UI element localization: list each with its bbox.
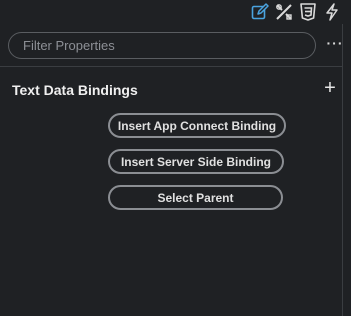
panel-toolbar — [0, 0, 351, 24]
divider — [0, 66, 343, 67]
tools-icon[interactable] — [275, 3, 293, 21]
section-title: Text Data Bindings — [12, 82, 138, 98]
insert-server-side-binding-button[interactable]: Insert Server Side Binding — [108, 149, 284, 174]
more-options-button[interactable]: ··· — [325, 36, 345, 54]
css-icon[interactable] — [299, 3, 317, 21]
properties-panel: ··· Text Data Bindings + Insert App Conn… — [0, 24, 343, 316]
lightning-icon[interactable] — [323, 3, 341, 21]
filter-properties-input[interactable] — [8, 32, 316, 59]
toolbar-icons — [251, 2, 341, 22]
filter-row: ··· — [8, 32, 343, 60]
scrollbar[interactable] — [343, 24, 351, 316]
select-parent-button[interactable]: Select Parent — [108, 185, 283, 210]
edit-icon[interactable] — [251, 3, 269, 21]
add-binding-button[interactable]: + — [320, 78, 340, 98]
insert-app-connect-binding-button[interactable]: Insert App Connect Binding — [108, 113, 286, 138]
